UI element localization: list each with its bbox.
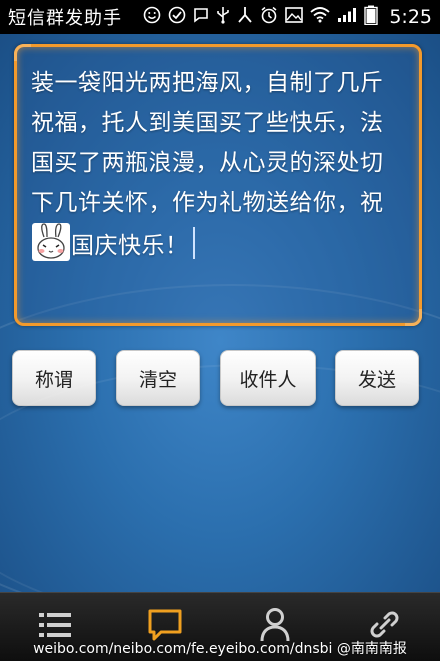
share-icon: [237, 6, 253, 28]
message-text-part-1: 装一袋阳光两把海风，自制了几斤祝福，托人到美国买了些快乐，法国买了两瓶浪漫，从心…: [31, 70, 384, 216]
recipient-button[interactable]: 收件人: [220, 350, 316, 406]
send-button[interactable]: 发送: [335, 350, 419, 406]
watermark: weibo.com/neibo.com/fe.eyeibo.com/dnsbi …: [33, 641, 407, 657]
clear-button[interactable]: 清空: [116, 350, 200, 406]
signal-icon: [337, 7, 357, 27]
message-input[interactable]: 装一袋阳光两把海风，自制了几斤祝福，托人到美国买了些快乐，法国买了两瓶浪漫，从心…: [14, 44, 422, 326]
check-circle-icon: [168, 6, 186, 28]
chat-icon: [193, 7, 209, 27]
message-text-part-2: 国庆快乐！: [71, 233, 189, 259]
title-button[interactable]: 称谓: [12, 350, 96, 406]
clock: 5:25: [389, 6, 432, 28]
alarm-icon: [260, 6, 278, 28]
bottom-nav: weibo.com/neibo.com/fe.eyeibo.com/dnsbi …: [0, 592, 440, 661]
corner-decoration: [405, 309, 422, 326]
status-icons: 5:25: [143, 5, 432, 29]
wifi-icon: [310, 7, 330, 27]
battery-icon: [364, 5, 379, 29]
main-area: 装一袋阳光两把海风，自制了几斤祝福，托人到美国买了些快乐，法国买了两瓶浪漫，从心…: [0, 34, 440, 592]
corner-decoration: [14, 44, 31, 61]
smiley-icon: [143, 6, 161, 28]
rabbit-emoticon-icon: [32, 223, 70, 261]
text-cursor: [192, 227, 195, 259]
button-row: 称谓 清空 收件人 发送: [12, 350, 428, 406]
picture-icon: [285, 7, 304, 27]
message-text[interactable]: 装一袋阳光两把海风，自制了几斤祝福，托人到美国买了些快乐，法国买了两瓶浪漫，从心…: [31, 63, 405, 266]
usb-icon: [216, 6, 230, 28]
app-title: 短信群发助手: [8, 8, 122, 29]
status-bar: 短信群发助手 5:25: [0, 0, 440, 34]
